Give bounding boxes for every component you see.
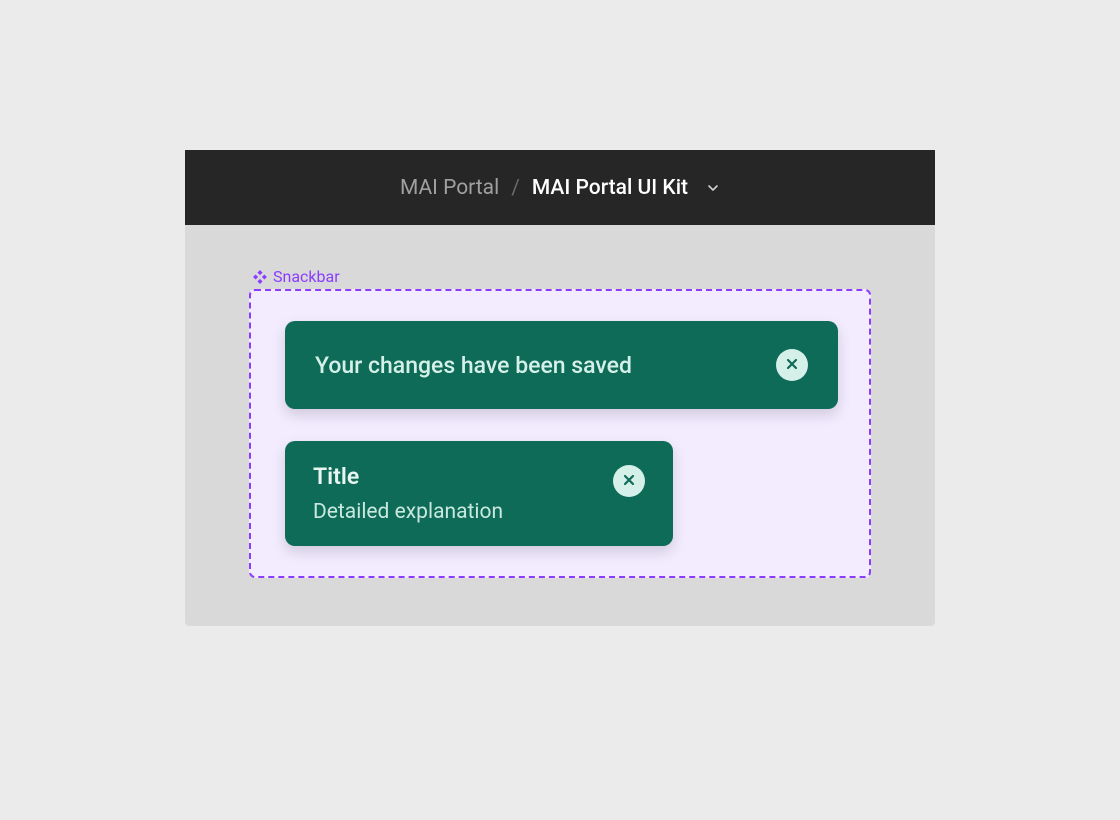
close-button[interactable] [776,349,808,381]
breadcrumb-separator: / [511,176,520,200]
canvas-area[interactable]: Snackbar Your changes have been saved Ti… [185,225,935,626]
snackbar-text-column: Title Detailed explanation [313,463,503,524]
component-icon [253,270,267,284]
breadcrumb-parent[interactable]: MAI Portal [400,176,499,200]
snackbar-simple[interactable]: Your changes have been saved [285,321,838,409]
close-icon [622,472,636,491]
frame-label-wrap[interactable]: Snackbar [253,267,340,286]
close-button[interactable] [613,465,645,497]
close-icon [785,356,799,375]
chevron-down-icon[interactable] [706,181,720,195]
snackbar-title: Title [313,463,503,490]
snackbar-detail: Detailed explanation [313,500,503,524]
breadcrumb-current[interactable]: MAI Portal UI Kit [532,176,688,200]
header-bar: MAI Portal / MAI Portal UI Kit [185,150,935,225]
frame-label: Snackbar [273,267,340,286]
snackbar-message: Your changes have been saved [315,352,632,379]
snackbar-frame[interactable]: Your changes have been saved Title Detai… [249,289,871,578]
design-window: MAI Portal / MAI Portal UI Kit Snac [185,150,935,626]
snackbar-detailed[interactable]: Title Detailed explanation [285,441,673,546]
